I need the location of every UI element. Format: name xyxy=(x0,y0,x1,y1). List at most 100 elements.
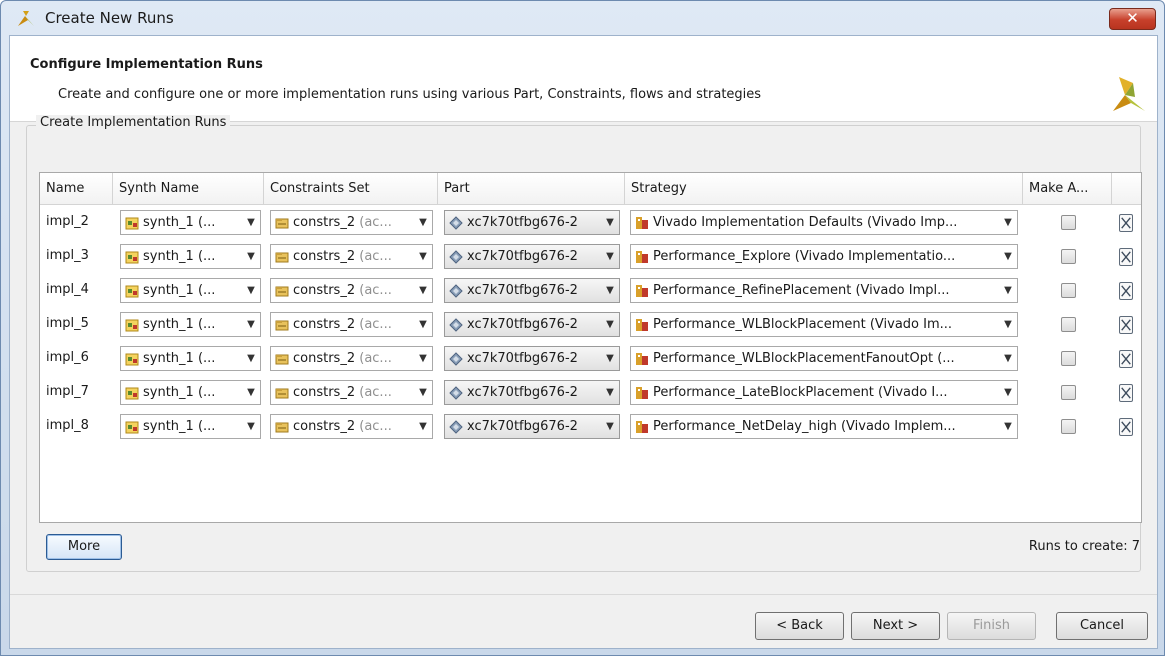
constraints-set-icon xyxy=(275,422,289,432)
synthesis-run-icon xyxy=(125,421,139,433)
cancel-button[interactable]: Cancel xyxy=(1056,612,1148,640)
close-button[interactable]: ✕ xyxy=(1109,8,1156,30)
column-header-make-active[interactable]: Make A... xyxy=(1023,173,1112,204)
chevron-down-icon: ▼ xyxy=(606,285,614,296)
constraints-set-suffix: (ac... xyxy=(359,385,392,400)
synth-name-dropdown[interactable]: synth_1 (... ▼ xyxy=(120,380,261,405)
strategy-dropdown[interactable]: Performance_Explore (Vivado Implementati… xyxy=(630,244,1018,269)
delete-run-icon[interactable] xyxy=(1119,350,1133,368)
part-dropdown[interactable]: xc7k70tfbg676-2 ▼ xyxy=(444,312,620,337)
part-value: xc7k70tfbg676-2 xyxy=(467,351,578,366)
constraints-set-dropdown[interactable]: constrs_2 (ac... ▼ xyxy=(270,210,433,235)
finish-button[interactable]: Finish xyxy=(947,612,1036,640)
synth-name-dropdown[interactable]: synth_1 (... ▼ xyxy=(120,278,261,303)
strategy-dropdown[interactable]: Performance_RefinePlacement (Vivado Impl… xyxy=(630,278,1018,303)
chevron-down-icon: ▼ xyxy=(606,217,614,228)
synth-name-value: synth_1 (... xyxy=(143,385,216,400)
make-active-checkbox[interactable] xyxy=(1061,419,1076,434)
constraints-set-suffix: (ac... xyxy=(359,249,392,264)
column-header-synth-name[interactable]: Synth Name xyxy=(113,173,264,204)
chevron-down-icon: ▼ xyxy=(419,251,427,262)
constraints-set-dropdown[interactable]: constrs_2 (ac... ▼ xyxy=(270,414,433,439)
delete-run-icon[interactable] xyxy=(1119,316,1133,334)
strategy-dropdown[interactable]: Performance_WLBlockPlacement (Vivado Im.… xyxy=(630,312,1018,337)
synth-name-dropdown[interactable]: synth_1 (... ▼ xyxy=(120,210,261,235)
constraints-set-dropdown[interactable]: constrs_2 (ac... ▼ xyxy=(270,380,433,405)
constraints-set-dropdown[interactable]: constrs_2 (ac... ▼ xyxy=(270,346,433,371)
make-active-checkbox[interactable] xyxy=(1061,351,1076,366)
synth-name-dropdown[interactable]: synth_1 (... ▼ xyxy=(120,346,261,371)
chevron-down-icon: ▼ xyxy=(1004,217,1012,228)
synth-name-value: synth_1 (... xyxy=(143,249,216,264)
strategy-value: Performance_LateBlockPlacement (Vivado I… xyxy=(653,385,948,400)
chevron-down-icon: ▼ xyxy=(419,217,427,228)
synthesis-run-icon xyxy=(125,387,139,399)
constraints-set-dropdown[interactable]: constrs_2 (ac... ▼ xyxy=(270,312,433,337)
constraints-set-value: constrs_2 xyxy=(293,215,356,230)
synth-name-value: synth_1 (... xyxy=(143,351,216,366)
synthesis-run-icon xyxy=(125,319,139,331)
table-row: impl_5 synth_1 (... ▼ constrs_2 (ac... ▼ xc7k… xyxy=(40,307,1141,341)
constraints-set-value: constrs_2 xyxy=(293,419,356,434)
make-active-checkbox[interactable] xyxy=(1061,249,1076,264)
constraints-set-suffix: (ac... xyxy=(359,283,392,298)
make-active-checkbox[interactable] xyxy=(1061,215,1076,230)
column-header-constraints-set[interactable]: Constraints Set xyxy=(264,173,438,204)
window-title: Create New Runs xyxy=(45,9,174,27)
table-row: impl_2 synth_1 (... ▼ constrs_2 (ac... ▼ xc7k… xyxy=(40,205,1141,239)
delete-run-icon[interactable] xyxy=(1119,248,1133,266)
strategy-dropdown[interactable]: Performance_WLBlockPlacementFanoutOpt (.… xyxy=(630,346,1018,371)
chevron-down-icon: ▼ xyxy=(247,421,255,432)
more-button[interactable]: More xyxy=(46,534,122,560)
table-row: impl_7 synth_1 (... ▼ constrs_2 (ac... ▼ xc7k… xyxy=(40,375,1141,409)
strategy-value: Performance_NetDelay_high (Vivado Implem… xyxy=(653,419,956,434)
column-header-strategy[interactable]: Strategy xyxy=(625,173,1023,204)
synth-name-value: synth_1 (... xyxy=(143,317,216,332)
run-name: impl_8 xyxy=(46,418,89,433)
constraints-set-icon xyxy=(275,218,289,228)
constraints-set-icon xyxy=(275,320,289,330)
part-dropdown[interactable]: xc7k70tfbg676-2 ▼ xyxy=(444,380,620,405)
make-active-checkbox[interactable] xyxy=(1061,317,1076,332)
part-dropdown[interactable]: xc7k70tfbg676-2 ▼ xyxy=(444,210,620,235)
next-button[interactable]: Next > xyxy=(851,612,940,640)
constraints-set-icon xyxy=(275,388,289,398)
chevron-down-icon: ▼ xyxy=(247,387,255,398)
column-header-part[interactable]: Part xyxy=(438,173,625,204)
delete-run-icon[interactable] xyxy=(1119,384,1133,402)
table-row: impl_8 synth_1 (... ▼ constrs_2 (ac... ▼ xc7k… xyxy=(40,409,1141,443)
strategy-value: Vivado Implementation Defaults (Vivado I… xyxy=(653,215,958,230)
delete-run-icon[interactable] xyxy=(1119,282,1133,300)
strategy-icon xyxy=(636,420,648,433)
chevron-down-icon: ▼ xyxy=(419,353,427,364)
strategy-dropdown[interactable]: Vivado Implementation Defaults (Vivado I… xyxy=(630,210,1018,235)
part-dropdown[interactable]: xc7k70tfbg676-2 ▼ xyxy=(444,244,620,269)
chevron-down-icon: ▼ xyxy=(247,353,255,364)
column-header-name[interactable]: Name xyxy=(40,173,113,204)
constraints-set-suffix: (ac... xyxy=(359,215,392,230)
synth-name-dropdown[interactable]: synth_1 (... ▼ xyxy=(120,312,261,337)
part-dropdown[interactable]: xc7k70tfbg676-2 ▼ xyxy=(444,346,620,371)
constraints-set-value: constrs_2 xyxy=(293,249,356,264)
run-name: impl_3 xyxy=(46,248,89,263)
part-dropdown[interactable]: xc7k70tfbg676-2 ▼ xyxy=(444,278,620,303)
back-button[interactable]: < Back xyxy=(755,612,844,640)
run-name: impl_2 xyxy=(46,214,89,229)
delete-run-icon[interactable] xyxy=(1119,214,1133,232)
delete-run-icon[interactable] xyxy=(1119,418,1133,436)
strategy-icon xyxy=(636,284,648,297)
constraints-set-value: constrs_2 xyxy=(293,385,356,400)
constraints-set-dropdown[interactable]: constrs_2 (ac... ▼ xyxy=(270,244,433,269)
strategy-dropdown[interactable]: Performance_LateBlockPlacement (Vivado I… xyxy=(630,380,1018,405)
part-value: xc7k70tfbg676-2 xyxy=(467,419,578,434)
strategy-dropdown[interactable]: Performance_NetDelay_high (Vivado Implem… xyxy=(630,414,1018,439)
part-chip-icon xyxy=(449,419,463,434)
synth-name-dropdown[interactable]: synth_1 (... ▼ xyxy=(120,244,261,269)
chevron-down-icon: ▼ xyxy=(1004,387,1012,398)
make-active-checkbox[interactable] xyxy=(1061,283,1076,298)
constraints-set-dropdown[interactable]: constrs_2 (ac... ▼ xyxy=(270,278,433,303)
make-active-checkbox[interactable] xyxy=(1061,385,1076,400)
synth-name-dropdown[interactable]: synth_1 (... ▼ xyxy=(120,414,261,439)
part-dropdown[interactable]: xc7k70tfbg676-2 ▼ xyxy=(444,414,620,439)
table-row: impl_3 synth_1 (... ▼ constrs_2 (ac... ▼ xc7k… xyxy=(40,239,1141,273)
